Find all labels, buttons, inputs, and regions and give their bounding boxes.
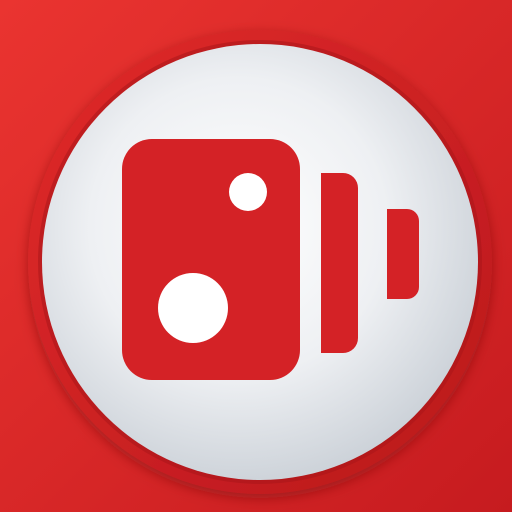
camera-body (122, 139, 300, 380)
camera-lens-hood (321, 173, 358, 353)
camera-large-lens (158, 273, 228, 343)
app-icon[interactable] (0, 0, 512, 512)
app-icon-artwork (0, 0, 512, 512)
camera-small-lens (229, 173, 267, 211)
camera-lens-tip (387, 209, 419, 299)
